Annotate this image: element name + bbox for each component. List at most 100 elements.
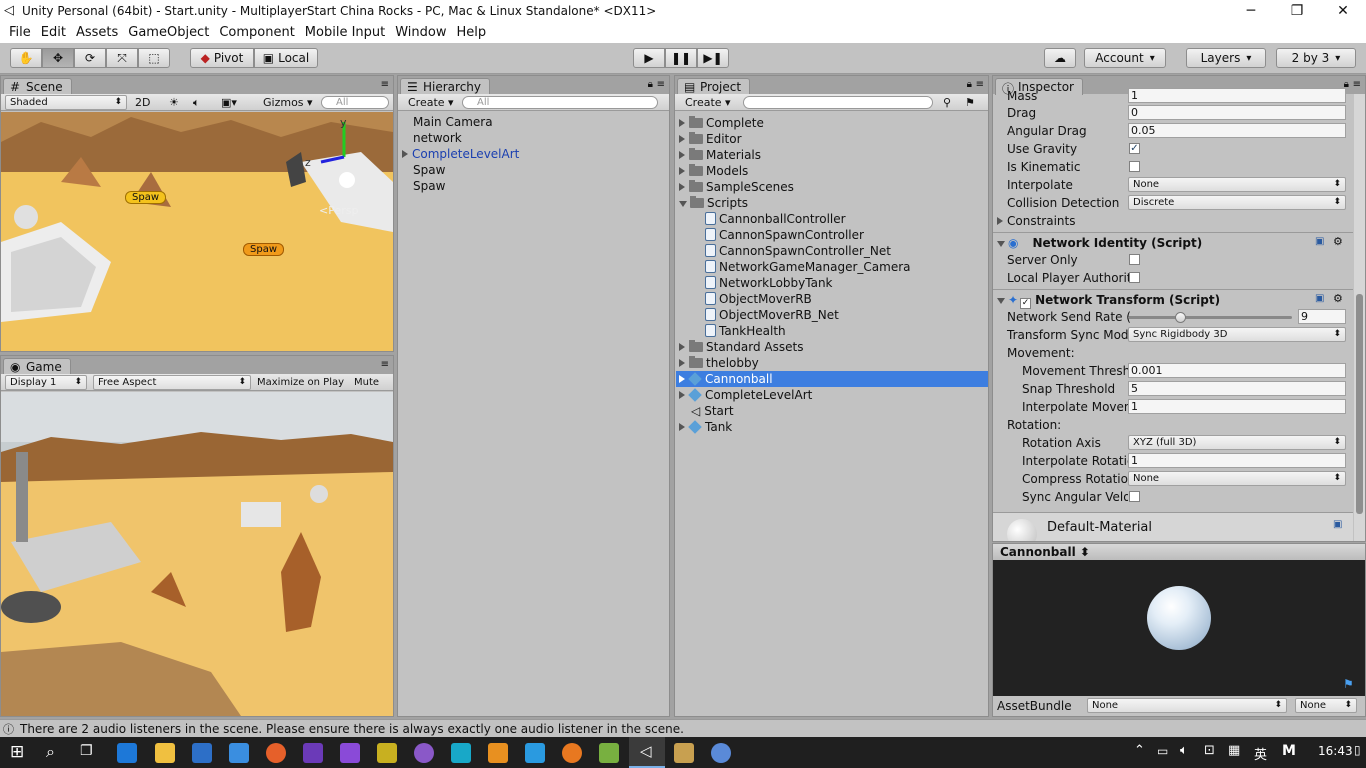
filter-by-label-icon[interactable]: ⚑ bbox=[965, 95, 975, 110]
pivot-toggle[interactable]: ◆ Pivot bbox=[190, 48, 254, 68]
script-item[interactable]: CannonSpawnController_Net bbox=[705, 243, 891, 259]
step-button[interactable]: ▶❚ bbox=[697, 48, 729, 68]
interpolate-dropdown[interactable]: None bbox=[1128, 177, 1346, 192]
asset-start-scene[interactable]: ◁ Start bbox=[691, 403, 734, 419]
tray-app-icon[interactable]: ▦ bbox=[1228, 743, 1240, 758]
tab-hierarchy[interactable]: ☰ Hierarchy bbox=[400, 78, 491, 95]
folder-materials[interactable]: Materials bbox=[679, 147, 761, 163]
persp-label[interactable]: <Persp bbox=[319, 204, 358, 217]
help-book-icon[interactable]: ▣ bbox=[1315, 293, 1324, 304]
ime-language[interactable]: 英 bbox=[1254, 744, 1267, 763]
menu-assets[interactable]: Assets bbox=[71, 25, 123, 40]
effects-toggle-icon[interactable]: ▣▾ bbox=[221, 95, 237, 110]
collision-detection-dropdown[interactable]: Discrete bbox=[1128, 195, 1346, 210]
asset-completelevelart[interactable]: CompleteLevelArt bbox=[679, 387, 812, 403]
script-item[interactable]: CannonballController bbox=[705, 211, 846, 227]
folder-complete[interactable]: Complete bbox=[679, 115, 764, 131]
hierarchy-item-spawn-1[interactable]: Spaw bbox=[413, 162, 445, 178]
script-item[interactable]: NetworkGameManager_Camera bbox=[705, 259, 911, 275]
scene-search-input[interactable]: All bbox=[321, 96, 389, 109]
interpolate-rotation-field[interactable]: 1 bbox=[1128, 453, 1346, 468]
minimize-button[interactable]: ─ bbox=[1228, 0, 1274, 22]
2d-toggle[interactable]: 2D bbox=[135, 95, 150, 110]
hierarchy-item-completelevelart[interactable]: CompleteLevelArt bbox=[402, 146, 519, 162]
component-settings-icon[interactable]: ⚙ bbox=[1333, 292, 1343, 305]
send-rate-field[interactable]: 9 bbox=[1298, 309, 1346, 324]
app-box-icon[interactable] bbox=[488, 743, 508, 763]
battery-icon[interactable]: ▭ bbox=[1157, 744, 1168, 758]
send-rate-slider[interactable] bbox=[1128, 312, 1292, 323]
folder-scripts[interactable]: Scripts bbox=[679, 195, 748, 211]
tab-game[interactable]: ◉ Game bbox=[3, 358, 71, 375]
app-qq-icon[interactable] bbox=[525, 743, 545, 763]
menu-mobile-input[interactable]: Mobile Input bbox=[300, 25, 390, 40]
mute-audio-toggle[interactable]: Mute au bbox=[354, 375, 393, 403]
server-only-checkbox[interactable] bbox=[1129, 254, 1140, 265]
expand-arrow-icon[interactable] bbox=[402, 150, 408, 158]
script-item[interactable]: ObjectMoverRB_Net bbox=[705, 307, 839, 323]
notifications-icon[interactable]: ▯ bbox=[1354, 743, 1361, 757]
play-button[interactable]: ▶ bbox=[633, 48, 665, 68]
use-gravity-checkbox[interactable]: ✓ bbox=[1129, 143, 1140, 154]
collab-button[interactable]: ☁ bbox=[1044, 48, 1076, 68]
app-sphere-icon[interactable] bbox=[414, 743, 434, 763]
status-bar[interactable]: ⓘ There are 2 audio listeners in the sce… bbox=[0, 719, 1366, 737]
windows-start-icon[interactable]: ⊞ bbox=[10, 742, 24, 762]
shading-mode-dropdown[interactable]: Shaded bbox=[5, 95, 127, 110]
assetbundle-variant-dropdown[interactable]: None bbox=[1295, 698, 1357, 713]
sync-mode-dropdown[interactable]: Sync Rigidbody 3D bbox=[1128, 327, 1346, 342]
panel-menu-icon[interactable]: ≡ bbox=[976, 79, 984, 90]
lock-icon[interactable]: 🔒︎ bbox=[648, 79, 653, 90]
edge-icon[interactable] bbox=[117, 743, 137, 763]
constraints-foldout[interactable]: Constraints bbox=[997, 213, 1075, 229]
interpolate-movement-field[interactable]: 1 bbox=[1128, 399, 1346, 414]
local-player-authority-checkbox[interactable] bbox=[1129, 272, 1140, 283]
hierarchy-search-input[interactable]: All bbox=[462, 96, 658, 109]
blender-icon[interactable] bbox=[562, 743, 582, 763]
unity-taskbar-button[interactable]: ◁ bbox=[629, 737, 665, 768]
preview-header[interactable]: Cannonball ⬍ bbox=[993, 544, 1365, 560]
inspector-scrollbar[interactable] bbox=[1354, 94, 1365, 541]
ime-mode[interactable]: M bbox=[1282, 743, 1296, 759]
network-transform-header[interactable]: ✦ ✓ Network Transform (Script) bbox=[997, 292, 1220, 309]
mass-field[interactable]: 1 bbox=[1128, 88, 1346, 103]
project-search-input[interactable] bbox=[743, 96, 933, 109]
folder-models[interactable]: Models bbox=[679, 163, 748, 179]
folder-editor[interactable]: Editor bbox=[679, 131, 742, 147]
compress-rotation-dropdown[interactable]: None bbox=[1128, 471, 1346, 486]
rotation-axis-dropdown[interactable]: XYZ (full 3D) bbox=[1128, 435, 1346, 450]
hierarchy-item-main-camera[interactable]: Main Camera bbox=[413, 114, 493, 130]
app-icon[interactable] bbox=[229, 743, 249, 763]
panel-menu-icon[interactable]: ≡ bbox=[381, 79, 389, 90]
scale-tool-button[interactable]: ⤧ bbox=[106, 48, 138, 68]
movement-threshold-field[interactable]: 0.001 bbox=[1128, 363, 1346, 378]
maximize-button[interactable]: ❐ bbox=[1274, 0, 1320, 22]
script-item[interactable]: TankHealth bbox=[705, 323, 786, 339]
aspect-dropdown[interactable]: Free Aspect bbox=[93, 375, 251, 390]
help-book-icon[interactable]: ▣ bbox=[1333, 519, 1342, 530]
search-icon[interactable]: ⌕ bbox=[46, 742, 55, 762]
app-l-icon[interactable] bbox=[377, 743, 397, 763]
app-infinity-icon[interactable] bbox=[303, 743, 323, 763]
pause-button[interactable]: ❚❚ bbox=[665, 48, 697, 68]
folder-samplescenes[interactable]: SampleScenes bbox=[679, 179, 794, 195]
hierarchy-create-dropdown[interactable]: Create ▾ bbox=[408, 95, 454, 110]
menu-gameobject[interactable]: GameObject bbox=[123, 25, 214, 40]
local-toggle[interactable]: ▣ Local bbox=[254, 48, 318, 68]
hierarchy-item-spawn-2[interactable]: Spaw bbox=[413, 178, 445, 194]
file-explorer-icon[interactable] bbox=[155, 743, 175, 763]
help-book-icon[interactable]: ▣ bbox=[1315, 236, 1324, 247]
scene-viewport[interactable]: y z <Persp Spaw Spaw bbox=[1, 112, 393, 351]
panel-menu-icon[interactable]: ≡ bbox=[657, 79, 665, 90]
preview-sphere[interactable] bbox=[1147, 586, 1211, 650]
menu-window[interactable]: Window bbox=[390, 25, 451, 40]
clock[interactable]: 16:43 bbox=[1318, 744, 1353, 758]
sync-angular-velocity-checkbox[interactable] bbox=[1129, 491, 1140, 502]
assetbundle-dropdown[interactable]: None bbox=[1087, 698, 1287, 713]
app-notes-icon[interactable] bbox=[674, 743, 694, 763]
app-mono-icon[interactable] bbox=[711, 743, 731, 763]
network-transform-enabled-checkbox[interactable]: ✓ bbox=[1020, 298, 1032, 309]
rotate-tool-button[interactable]: ⟳ bbox=[74, 48, 106, 68]
tab-project[interactable]: ▤ Project bbox=[677, 78, 751, 95]
scrollbar-thumb[interactable] bbox=[1356, 294, 1363, 514]
